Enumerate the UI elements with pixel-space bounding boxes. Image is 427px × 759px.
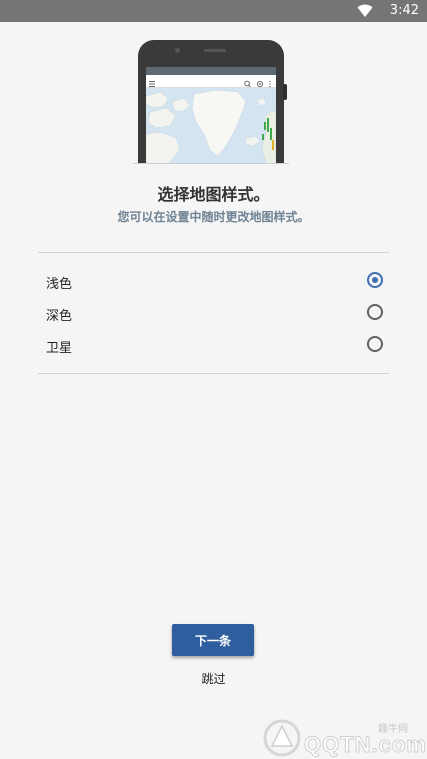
option-dark-label: 深色 (46, 309, 73, 324)
watermark-logo-icon (263, 719, 301, 757)
screen-status-bar (146, 67, 276, 75)
option-satellite[interactable]: 卫星 (38, 331, 389, 361)
page-title: 选择地图样式。 (157, 185, 270, 204)
radio-light-selected-icon[interactable] (367, 272, 383, 288)
phone-camera (175, 48, 180, 53)
phone-screen (146, 67, 276, 164)
status-time: 3:42 (389, 3, 419, 18)
phone-side-button (283, 84, 287, 100)
top-divider (38, 252, 389, 253)
status-bar: 3:42 (0, 0, 427, 22)
radio-dark-icon[interactable] (367, 304, 383, 320)
illustration-baseline (133, 163, 289, 164)
option-light-label: 浅色 (46, 277, 73, 292)
bottom-divider (38, 373, 389, 374)
map-thumbnail (146, 88, 276, 164)
option-satellite-label: 卫星 (46, 341, 73, 356)
watermark-text: QQTN.com (304, 732, 427, 758)
skip-link[interactable]: 跳过 (0, 670, 427, 687)
map-preview-illustration (133, 40, 289, 164)
option-dark[interactable]: 深色 (38, 299, 389, 329)
page-subtitle: 您可以在设置中随时更改地图样式。 (117, 210, 310, 224)
phone-speaker (204, 49, 226, 52)
option-light[interactable]: 浅色 (38, 267, 389, 297)
radio-satellite-icon[interactable] (367, 336, 383, 352)
watermark: 趣牛网 QQTN.com (262, 718, 426, 758)
wifi-icon (357, 4, 373, 17)
screen-toolbar (146, 75, 276, 88)
next-button[interactable]: 下一条 (172, 624, 254, 656)
